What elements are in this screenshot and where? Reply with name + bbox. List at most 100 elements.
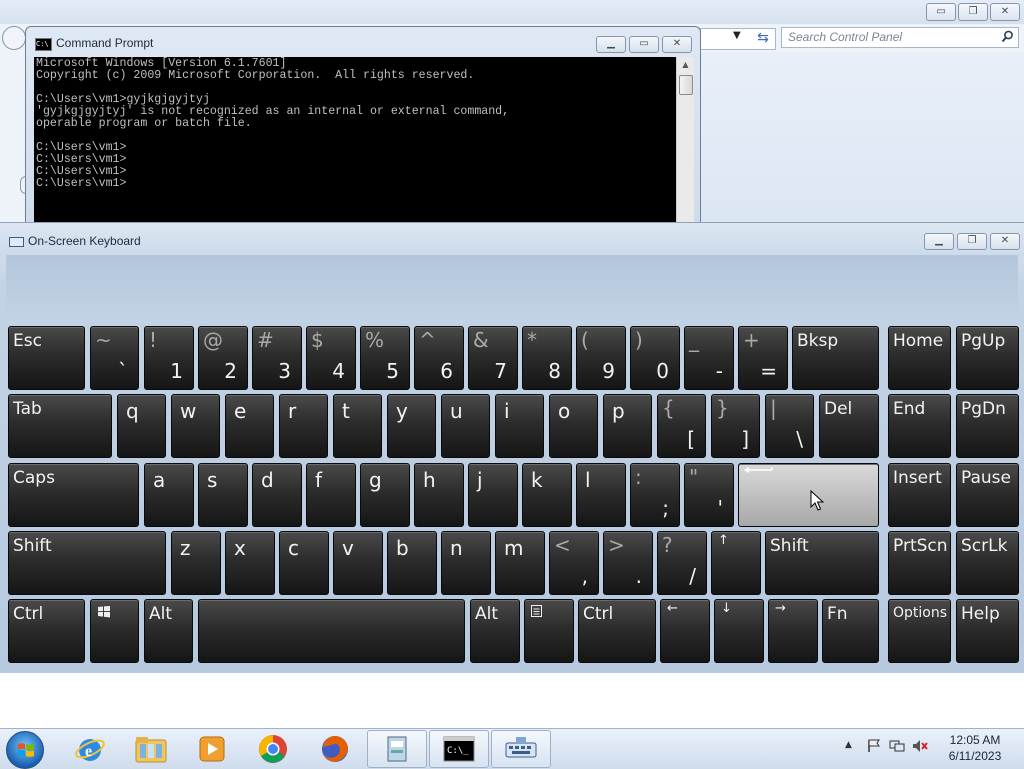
key-u[interactable]: u xyxy=(441,394,490,458)
key-backtick[interactable]: ~ ` xyxy=(90,326,139,390)
key-6[interactable]: ^ 6 xyxy=(414,326,464,390)
back-button[interactable] xyxy=(2,26,26,50)
key-esc[interactable]: Esc xyxy=(8,326,85,390)
address-dropdown-icon[interactable]: ▼ xyxy=(733,30,741,41)
key-up-arrow[interactable]: ↑ xyxy=(711,531,761,595)
key-3[interactable]: #3 xyxy=(252,326,302,390)
key-2[interactable]: @2 xyxy=(198,326,248,390)
key-y[interactable]: y xyxy=(387,394,436,458)
key-minus[interactable]: _ - xyxy=(684,326,734,390)
taskbar-firefox[interactable] xyxy=(305,730,365,768)
key-down-arrow[interactable]: ↓ xyxy=(714,599,764,663)
taskbar-on-screen-keyboard[interactable] xyxy=(491,730,551,768)
key-help[interactable]: Help xyxy=(956,599,1019,663)
key-4[interactable]: $4 xyxy=(306,326,356,390)
key-comma[interactable]: <, xyxy=(549,531,599,595)
key-pgdn[interactable]: PgDn xyxy=(956,394,1019,458)
key-backspace[interactable]: Bksp xyxy=(792,326,879,390)
key-c[interactable]: c xyxy=(279,531,329,595)
key-h[interactable]: h xyxy=(414,463,464,527)
action-center-flag-icon[interactable] xyxy=(866,739,882,753)
key-z[interactable]: z xyxy=(171,531,221,595)
system-clock[interactable]: 12:05 AM 6/11/2023 xyxy=(930,732,1020,764)
key-1[interactable]: ! 1 xyxy=(144,326,194,390)
key-g[interactable]: g xyxy=(360,463,410,527)
key-w[interactable]: w xyxy=(171,394,220,458)
key-v[interactable]: v xyxy=(333,531,383,595)
taskbar-media-player[interactable] xyxy=(182,730,242,768)
key-i[interactable]: i xyxy=(495,394,544,458)
key-caps[interactable]: Caps xyxy=(8,463,139,527)
key-right-alt[interactable]: Alt xyxy=(470,599,520,663)
key-close-bracket[interactable]: }] xyxy=(711,394,760,458)
console-scrollbar[interactable]: ▲ xyxy=(676,57,694,225)
key-q[interactable]: q xyxy=(117,394,166,458)
key-left-alt[interactable]: Alt xyxy=(144,599,193,663)
key-end[interactable]: End xyxy=(888,394,951,458)
key-n[interactable]: n xyxy=(441,531,491,595)
search-input[interactable] xyxy=(788,30,988,44)
key-9[interactable]: (9 xyxy=(576,326,626,390)
key-quote[interactable]: " ' xyxy=(684,463,734,527)
key-period[interactable]: >. xyxy=(603,531,653,595)
command-prompt-close-button[interactable]: ✕ xyxy=(662,36,692,53)
key-l[interactable]: l xyxy=(576,463,626,527)
key-menu[interactable] xyxy=(524,599,574,663)
key-del[interactable]: Del xyxy=(819,394,879,458)
key-5[interactable]: % 5 xyxy=(360,326,410,390)
key-options[interactable]: Options xyxy=(888,599,951,663)
key-f[interactable]: f xyxy=(306,463,356,527)
key-right-ctrl[interactable]: Ctrl xyxy=(578,599,656,663)
key-semicolon[interactable]: :; xyxy=(630,463,680,527)
key-fn[interactable]: Fn xyxy=(822,599,879,663)
key-a[interactable]: a xyxy=(144,463,194,527)
key-left-shift[interactable]: Shift xyxy=(8,531,166,595)
taskbar-control-panel[interactable] xyxy=(367,730,427,768)
key-pgup[interactable]: PgUp xyxy=(956,326,1019,390)
key-insert[interactable]: Insert xyxy=(888,463,951,527)
key-left-arrow[interactable]: ← xyxy=(660,599,710,663)
start-button[interactable] xyxy=(6,731,44,769)
key-b[interactable]: b xyxy=(387,531,437,595)
key-right-shift[interactable]: Shift xyxy=(765,531,879,595)
key-scrlk[interactable]: ScrLk xyxy=(956,531,1019,595)
osk-close-button[interactable]: ✕ xyxy=(990,233,1020,250)
key-d[interactable]: d xyxy=(252,463,302,527)
key-pause[interactable]: Pause xyxy=(956,463,1019,527)
key-k[interactable]: k xyxy=(522,463,572,527)
key-tab[interactable]: Tab xyxy=(8,394,112,458)
key-left-ctrl[interactable]: Ctrl xyxy=(8,599,85,663)
key-slash[interactable]: ? / xyxy=(657,531,707,595)
key-x[interactable]: x xyxy=(225,531,275,595)
key-s[interactable]: s xyxy=(198,463,248,527)
key-equals[interactable]: + = xyxy=(738,326,788,390)
key-enter[interactable] xyxy=(738,463,879,527)
scrollbar-thumb[interactable] xyxy=(679,75,693,95)
key-o[interactable]: o xyxy=(549,394,598,458)
scroll-up-arrow-icon[interactable]: ▲ xyxy=(677,57,694,73)
network-icon[interactable] xyxy=(889,739,905,753)
key-windows[interactable] xyxy=(90,599,139,663)
taskbar-command-prompt[interactable]: C:\_ xyxy=(429,730,489,768)
key-8[interactable]: * 8 xyxy=(522,326,572,390)
key-j[interactable]: j xyxy=(468,463,518,527)
control-panel-restore-button[interactable]: ❐ xyxy=(958,3,988,21)
key-p[interactable]: p xyxy=(603,394,652,458)
key-e[interactable]: e xyxy=(225,394,274,458)
key-m[interactable]: m xyxy=(495,531,545,595)
key-7[interactable]: & 7 xyxy=(468,326,518,390)
volume-muted-icon[interactable] xyxy=(912,739,928,753)
key-r[interactable]: r xyxy=(279,394,328,458)
taskbar-internet-explorer[interactable]: e xyxy=(60,730,120,768)
key-0[interactable]: ) 0 xyxy=(630,326,680,390)
key-prtscn[interactable]: PrtScn xyxy=(888,531,951,595)
search-box[interactable] xyxy=(781,27,1019,48)
control-panel-close-button[interactable]: ✕ xyxy=(990,3,1020,21)
key-backslash[interactable]: | \ xyxy=(765,394,814,458)
command-prompt-minimize-button[interactable]: ▁ xyxy=(596,36,626,53)
command-prompt-maximize-button[interactable]: ▭ xyxy=(629,36,659,53)
search-icon[interactable] xyxy=(1001,30,1014,47)
key-open-bracket[interactable]: {[ xyxy=(657,394,706,458)
key-home[interactable]: Home xyxy=(888,326,951,390)
osk-minimize-button[interactable]: ▁ xyxy=(924,233,954,250)
